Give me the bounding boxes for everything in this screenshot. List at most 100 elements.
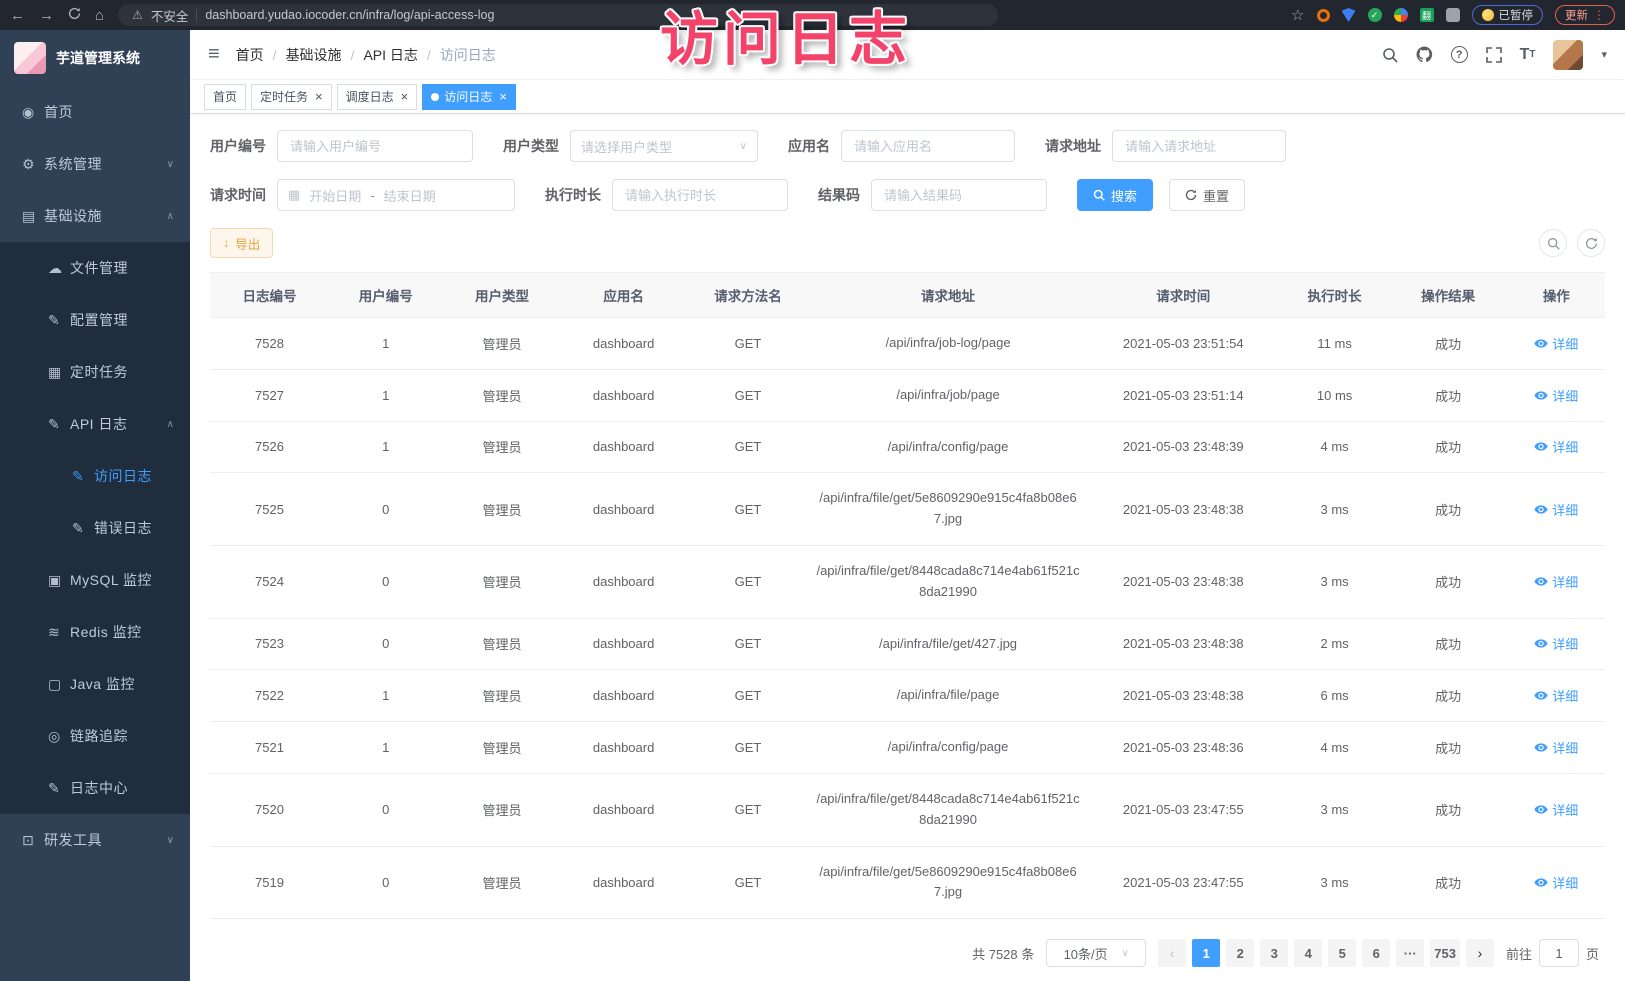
breadcrumb-item[interactable]: API 日志: [363, 45, 417, 65]
tab-job-log[interactable]: 调度日志×: [337, 84, 418, 110]
github-icon[interactable]: [1416, 46, 1433, 63]
refresh-button[interactable]: [1577, 229, 1605, 257]
page-button-1[interactable]: 1: [1192, 939, 1220, 967]
app-name-cell: dashboard: [561, 722, 685, 774]
sidebar-item-home[interactable]: ◉首页: [0, 86, 190, 138]
page-button-5[interactable]: 5: [1328, 939, 1356, 967]
close-icon[interactable]: ×: [499, 90, 507, 103]
back-icon[interactable]: ←: [10, 8, 25, 23]
prev-page-button[interactable]: ‹: [1158, 939, 1186, 967]
fullscreen-icon[interactable]: [1486, 47, 1502, 63]
user-id-input[interactable]: [277, 130, 473, 162]
extension-icon-check[interactable]: ✓: [1368, 8, 1382, 22]
sidebar-item-file-manage[interactable]: ☁文件管理: [0, 242, 190, 294]
sidebar-item-redis-monitor[interactable]: ≋Redis 监控: [0, 606, 190, 658]
sidebar-item-scheduled-job[interactable]: ▦定时任务: [0, 346, 190, 398]
sidebar-item-link-tracing[interactable]: ◎链路追踪: [0, 710, 190, 762]
result-code-input[interactable]: [871, 179, 1047, 211]
duration-input[interactable]: [612, 179, 788, 211]
sidebar-item-system[interactable]: ⚙系统管理∨: [0, 138, 190, 190]
detail-link[interactable]: 详细: [1534, 500, 1578, 519]
detail-link[interactable]: 详细: [1534, 386, 1578, 405]
column-header: 请求方法名: [686, 273, 810, 318]
detail-link[interactable]: 详细: [1534, 437, 1578, 456]
app-name-input[interactable]: [841, 130, 1015, 162]
request-url-input[interactable]: [1112, 130, 1286, 162]
search-button[interactable]: 搜索: [1077, 179, 1153, 211]
request-time-cell: 2021-05-03 23:48:38: [1086, 618, 1281, 670]
column-header: 操作: [1508, 273, 1605, 318]
font-size-icon[interactable]: TT: [1520, 46, 1536, 64]
extension-icon-shield[interactable]: [1342, 8, 1356, 22]
sidebar-item-error-log[interactable]: ✎错误日志: [0, 502, 190, 554]
export-button[interactable]: ↓ 导出: [210, 228, 273, 258]
sidebar-item-infrastructure[interactable]: ▤基础设施∧: [0, 190, 190, 242]
search-button-icon: [1093, 189, 1105, 201]
help-icon[interactable]: ?: [1451, 46, 1468, 63]
hamburger-icon[interactable]: ≡: [208, 43, 220, 66]
method-cell: GET: [686, 421, 810, 473]
close-icon[interactable]: ×: [315, 90, 323, 103]
paused-badge[interactable]: 已暂停: [1472, 5, 1544, 25]
calendar-icon: ▦: [288, 187, 300, 203]
sidebar-item-label: 日志中心: [70, 778, 190, 798]
goto-page-input[interactable]: [1539, 939, 1579, 967]
sidebar-item-config-manage[interactable]: ✎配置管理: [0, 294, 190, 346]
detail-link[interactable]: 详细: [1534, 334, 1578, 353]
filter-app-name: 应用名: [788, 130, 1015, 162]
extension-icon-translate[interactable]: 翻: [1420, 8, 1434, 22]
next-page-button[interactable]: ›: [1466, 939, 1494, 967]
tools-icon: ⊡: [22, 832, 44, 849]
sidebar-item-dev-tools[interactable]: ⊡研发工具∨: [0, 814, 190, 866]
user-id-cell: 1: [329, 722, 443, 774]
page-button-2[interactable]: 2: [1226, 939, 1254, 967]
reset-button[interactable]: 重置: [1169, 179, 1245, 211]
extension-icon-orange[interactable]: [1317, 9, 1330, 22]
page-button-6[interactable]: 6: [1362, 939, 1390, 967]
detail-link[interactable]: 详细: [1534, 634, 1578, 653]
method-cell: GET: [686, 618, 810, 670]
user-type-select[interactable]: 请选择用户类型 ∨: [570, 130, 758, 162]
close-icon[interactable]: ×: [401, 90, 409, 103]
sidebar-item-label: 错误日志: [94, 518, 190, 538]
forward-icon[interactable]: →: [39, 8, 54, 23]
reload-icon[interactable]: [68, 7, 81, 23]
app-name-cell: dashboard: [561, 421, 685, 473]
page-size-select[interactable]: 10条/页 ∨: [1046, 939, 1146, 967]
eye-icon: [1534, 877, 1548, 888]
detail-link[interactable]: 详细: [1534, 686, 1578, 705]
sidebar-item-api-log[interactable]: ✎API 日志∧: [0, 398, 190, 450]
avatar[interactable]: [1553, 40, 1583, 70]
chevron-down-icon[interactable]: ▾: [1601, 48, 1607, 61]
sidebar-item-java-monitor[interactable]: ▢Java 监控: [0, 658, 190, 710]
detail-link[interactable]: 详细: [1534, 738, 1578, 757]
sidebar-item-mysql-monitor[interactable]: ▣MySQL 监控: [0, 554, 190, 606]
page-button-3[interactable]: 3: [1260, 939, 1288, 967]
operation-cell: 详细: [1508, 773, 1605, 846]
detail-link[interactable]: 详细: [1534, 572, 1578, 591]
filter-row-1: 用户编号 用户类型 请选择用户类型 ∨ 应用名: [210, 130, 1605, 162]
date-range-picker[interactable]: ▦ 开始日期 - 结束日期: [277, 179, 515, 211]
tab-home[interactable]: 首页: [204, 84, 246, 110]
sidebar-item-access-log[interactable]: ✎访问日志: [0, 450, 190, 502]
extension-icon-grid[interactable]: [1394, 8, 1408, 22]
logo-row[interactable]: 芋道管理系统: [0, 30, 190, 86]
sidebar-item-log-center[interactable]: ✎日志中心: [0, 762, 190, 814]
eye-icon: [1534, 742, 1548, 753]
breadcrumb-item[interactable]: 基础设施: [286, 45, 342, 65]
page-button-753[interactable]: 753: [1430, 939, 1460, 967]
chevron-down-icon: ∨: [167, 159, 174, 170]
extensions-puzzle-icon[interactable]: [1446, 8, 1460, 22]
detail-link[interactable]: 详细: [1534, 800, 1578, 819]
search-icon[interactable]: [1382, 47, 1398, 63]
home-icon[interactable]: ⌂: [95, 8, 104, 23]
bookmark-star-icon[interactable]: ☆: [1291, 8, 1304, 23]
pager-more-button[interactable]: ···: [1396, 939, 1424, 967]
show-search-toggle-button[interactable]: [1539, 229, 1567, 257]
breadcrumb-item[interactable]: 首页: [236, 45, 264, 65]
tab-job[interactable]: 定时任务×: [251, 84, 332, 110]
update-button[interactable]: 更新 ⋮: [1555, 5, 1615, 25]
page-button-4[interactable]: 4: [1294, 939, 1322, 967]
detail-link[interactable]: 详细: [1534, 873, 1578, 892]
tab-access-log[interactable]: 访问日志×: [422, 84, 516, 110]
